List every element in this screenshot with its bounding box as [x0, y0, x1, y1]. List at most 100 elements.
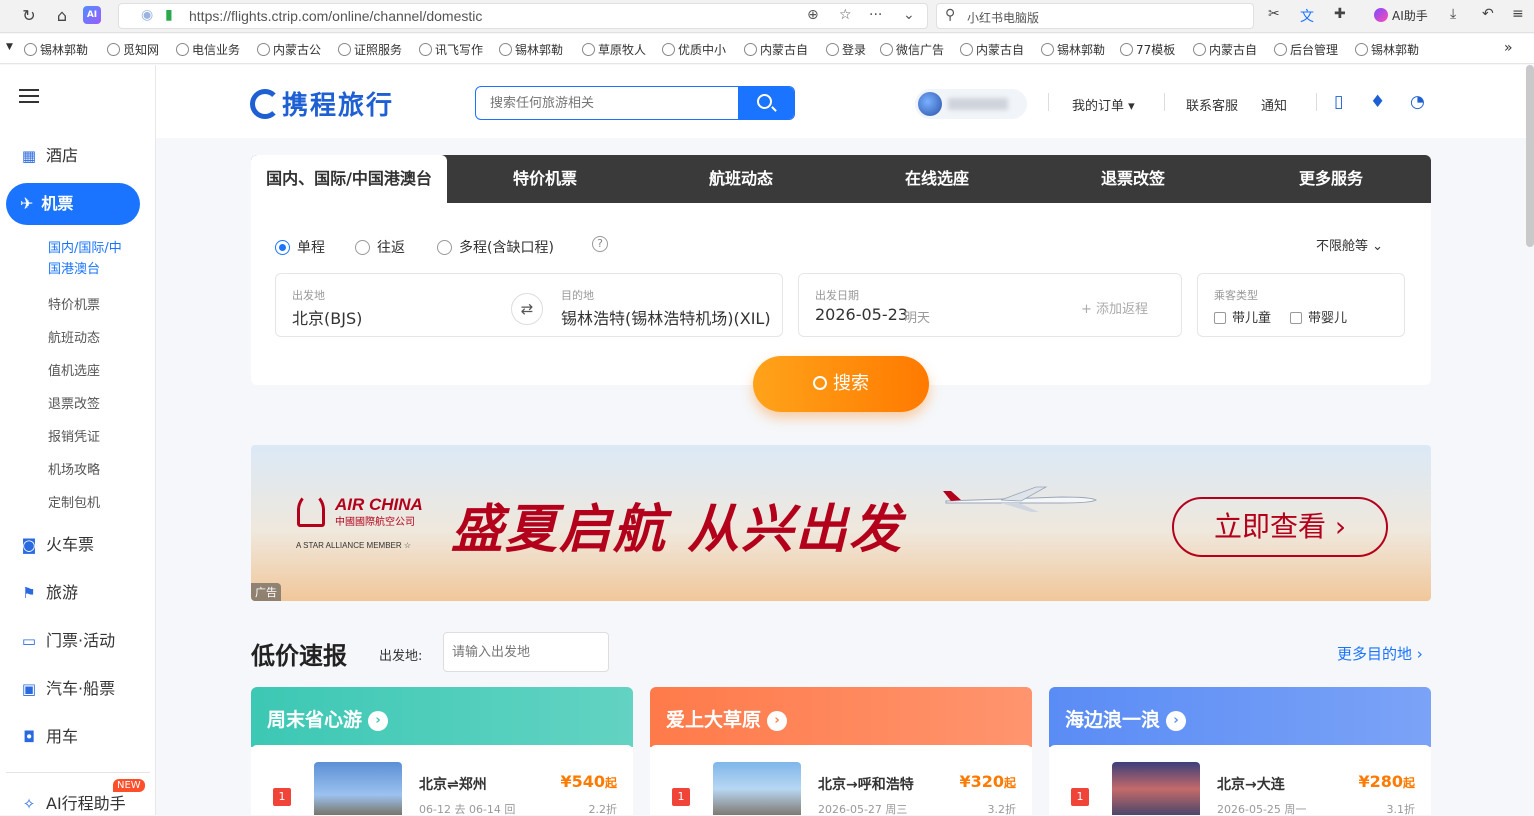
sidebar-sub-special[interactable]: 特价机票 [48, 294, 100, 313]
download-icon[interactable]: ⤓ [1450, 6, 1456, 22]
address-bar[interactable]: ◉ ▮ https://flights.ctrip.com/online/cha… [118, 3, 928, 29]
bookmark-icon [1120, 43, 1133, 56]
bookmark-item[interactable]: 锡林郭勒 [1355, 41, 1419, 58]
promo-card[interactable]: 爱上大草原 › 1 北京→呼和浩特 ¥320起 2026-05-27 周三 3.2折 [650, 687, 1032, 815]
browser-search[interactable]: ⚲ 小红书电脑版 [936, 3, 1254, 29]
site-search-button[interactable] [738, 87, 794, 119]
diamond-icon[interactable]: ♦ [1370, 92, 1385, 112]
extensions-icon[interactable]: ✚ [1334, 6, 1346, 22]
date-field[interactable]: 出发日期 2026-05-23 明天 + 添加返程 [798, 273, 1182, 337]
site-header: 携程旅行 我的订单 ▾ 联系客服 通知 ▯ ♦ ◔ [156, 65, 1534, 138]
sidebar-sub-receipt[interactable]: 报销凭证 [48, 426, 100, 445]
bookmark-item[interactable]: 草原牧人 [582, 41, 646, 58]
bookmark-icon [1274, 43, 1287, 56]
infant-checkbox[interactable]: 带婴儿 [1290, 307, 1347, 326]
mobile-app-icon[interactable]: ▯ [1334, 92, 1343, 112]
more-icon[interactable]: ··· [869, 7, 882, 23]
sidebar-item-bus[interactable]: ▣ 汽车·船票 [20, 677, 115, 701]
bookmark-item[interactable]: 后台管理 [1274, 41, 1338, 58]
cabin-select[interactable]: 不限舱等 ⌄ [1316, 235, 1383, 254]
sidebar-item-flights[interactable]: ✈ 机票 [6, 183, 140, 225]
ad-banner[interactable]: AIR CHINA 中國國際航空公司 A STAR ALLIANCE MEMBE… [251, 445, 1431, 601]
sidebar-sub-charter[interactable]: 定制包机 [48, 492, 100, 511]
card-title[interactable]: 周末省心游 › [267, 705, 389, 732]
bookmark-item[interactable]: 77模板 [1120, 41, 1175, 58]
more-destinations-link[interactable]: 更多目的地 › [1337, 643, 1423, 664]
logo-text: 携程旅行 [282, 91, 395, 121]
tab-refund-change[interactable]: 退票改签 [1035, 155, 1231, 203]
add-icon[interactable]: ⊕ [807, 7, 819, 23]
bookmark-item[interactable]: 内蒙古自 [744, 41, 808, 58]
bookmark-item[interactable]: 觅知网 [107, 41, 159, 58]
user-service-icon[interactable]: ◔ [1410, 92, 1425, 112]
bookmarks-more[interactable]: » [1504, 40, 1513, 56]
promo-card[interactable]: 海边浪一浪 › 1 北京→大连 ¥280起 2026-05-25 周一 3.1折 [1049, 687, 1431, 815]
bookmark-item[interactable]: 锡林郭勒 [24, 41, 88, 58]
tab-flight-status[interactable]: 航班动态 [643, 155, 839, 203]
user-menu[interactable] [915, 89, 1027, 119]
undo-icon[interactable]: ↶ [1482, 6, 1494, 22]
radio-one-way[interactable]: 单程 [275, 237, 325, 257]
tab-special-fares[interactable]: 特价机票 [447, 155, 643, 203]
radio-round-trip[interactable]: 往返 [355, 237, 405, 257]
bookmark-item[interactable]: 内蒙古公 [257, 41, 321, 58]
sidebar-sub-checkin[interactable]: 值机选座 [48, 360, 100, 379]
bookmark-item[interactable]: 内蒙古自 [960, 41, 1024, 58]
add-return-button[interactable]: + 添加返程 [1081, 298, 1148, 317]
ai-browser-icon[interactable]: AI [83, 6, 101, 24]
ctrip-logo[interactable]: 携程旅行 [250, 85, 394, 122]
sidebar-item-hotel[interactable]: ▦ 酒店 [20, 144, 78, 168]
bookmark-item[interactable]: 微信广告 [880, 41, 944, 58]
dest-input[interactable]: 锡林浩特(锡林浩特机场)(XIL) [561, 305, 771, 329]
search-flights-button[interactable]: 搜索 [753, 356, 929, 412]
bookmark-item[interactable]: 电信业务 [176, 41, 240, 58]
radio-multi-city[interactable]: 多程(含缺口程) [437, 237, 554, 257]
bookmark-item[interactable]: 证照服务 [338, 41, 402, 58]
bookmark-item[interactable]: 讯飞写作 [419, 41, 483, 58]
customer-service-link[interactable]: 联系客服 [1186, 95, 1238, 114]
scrollbar[interactable] [1526, 65, 1534, 247]
sidebar-item-train[interactable]: ◙ 火车票 [20, 533, 94, 557]
bookmark-item[interactable]: 优质中小 [662, 41, 726, 58]
bookmark-item[interactable]: 内蒙古自 [1193, 41, 1257, 58]
origin-input[interactable]: 北京(BJS) [292, 305, 362, 329]
help-icon[interactable]: ? [592, 236, 608, 252]
star-icon[interactable]: ☆ [839, 7, 852, 23]
site-search-input[interactable] [476, 87, 740, 119]
sidebar-item-ai-planner[interactable]: ✧ AI行程助手 [20, 792, 126, 816]
bookmark-icon [176, 43, 189, 56]
sidebar-item-car[interactable]: ◘ 用车 [20, 725, 78, 749]
bookmark-item[interactable]: 登录 [826, 41, 866, 58]
swap-route-button[interactable]: ⇄ [511, 293, 543, 325]
view-now-button[interactable]: 立即查看 › [1172, 497, 1388, 557]
tab-more-services[interactable]: 更多服务 [1231, 155, 1431, 203]
bookmark-item[interactable]: 锡林郭勒 [499, 41, 563, 58]
bookmark-item[interactable]: 锡林郭勒 [1041, 41, 1105, 58]
translate-icon[interactable]: 文 [1300, 6, 1314, 26]
reload-icon[interactable]: ↻ [18, 5, 40, 27]
scissors-icon[interactable]: ✂ [1268, 6, 1280, 22]
sidebar-sub-status[interactable]: 航班动态 [48, 327, 100, 346]
tab-domestic-intl[interactable]: 国内、国际/中国港澳台 [251, 155, 447, 203]
menu-icon[interactable]: ≡ [1512, 6, 1524, 22]
sidebar-sub-airport[interactable]: 机场攻略 [48, 459, 100, 478]
card-title[interactable]: 爱上大草原 › [666, 705, 788, 732]
promo-card[interactable]: 周末省心游 › 1 北京⇌郑州 ¥540起 06-12 去 06-14 回 2.2折 [251, 687, 633, 815]
tab-seat-selection[interactable]: 在线选座 [839, 155, 1035, 203]
sidebar-item-travel[interactable]: ⚑ 旅游 [20, 581, 78, 605]
sidebar-item-tickets[interactable]: ▭ 门票·活动 [20, 629, 115, 653]
dest-label: 目的地 [561, 289, 594, 302]
child-checkbox[interactable]: 带儿童 [1214, 307, 1271, 326]
my-orders-link[interactable]: 我的订单 ▾ [1072, 95, 1135, 114]
departure-input[interactable] [443, 632, 609, 672]
home-icon[interactable]: ⌂ [51, 5, 73, 27]
bookmark-icon [24, 43, 37, 56]
sidebar-sub-refund[interactable]: 退票改签 [48, 393, 100, 412]
hamburger-icon[interactable] [19, 89, 39, 103]
card-title[interactable]: 海边浪一浪 › [1065, 705, 1187, 732]
notifications-link[interactable]: 通知 [1261, 95, 1287, 114]
ai-helper-button[interactable]: AI助手 [1374, 7, 1428, 24]
sidebar-sub-domestic[interactable]: 国内/国际/中国港澳台 [48, 238, 134, 280]
chevron-down-icon[interactable]: ⌄ [903, 7, 915, 23]
bookmarks-toggle-icon[interactable]: ▼ [6, 42, 13, 52]
